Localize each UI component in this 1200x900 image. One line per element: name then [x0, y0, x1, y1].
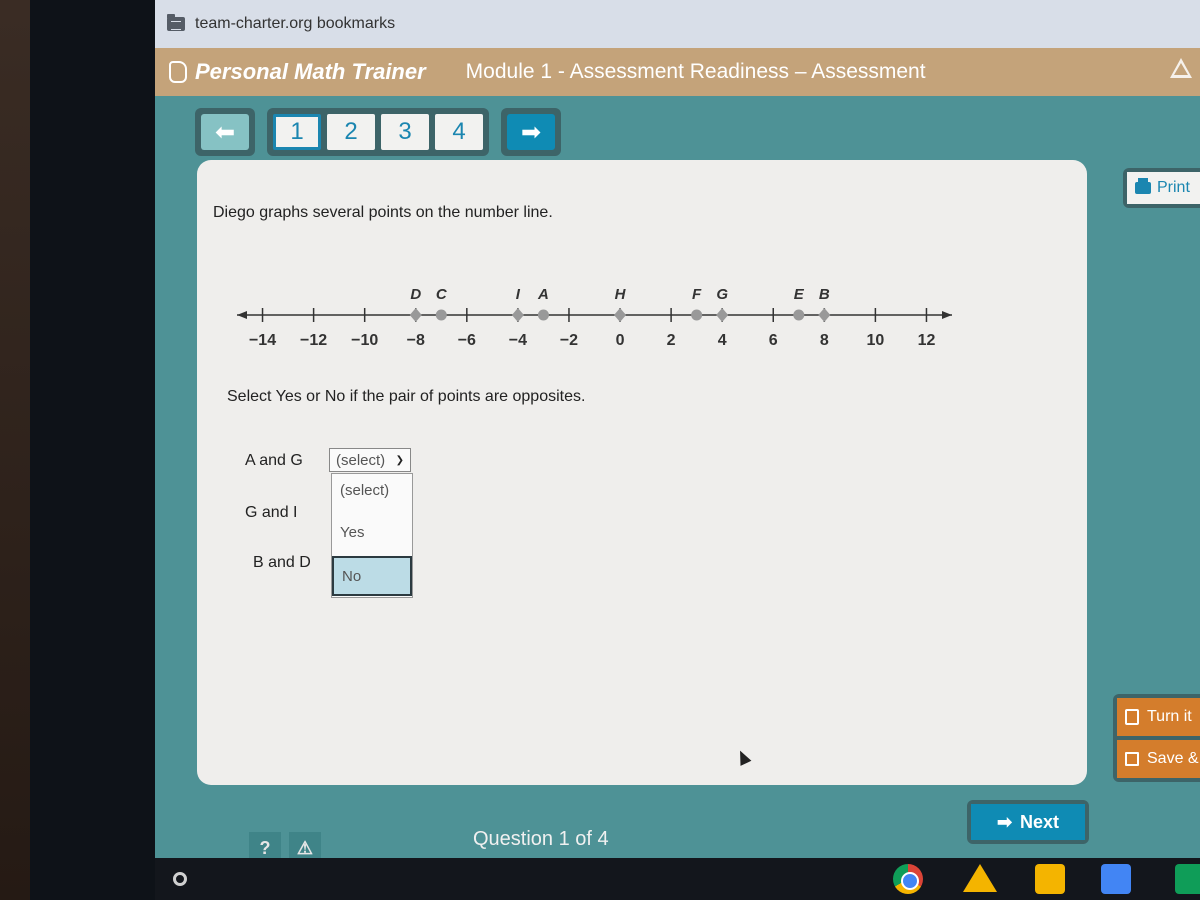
tick-label: 12 [918, 332, 936, 349]
tick-label: 2 [667, 332, 676, 349]
pair-label-a-g: A and G [245, 452, 303, 469]
instruction-text: Select Yes or No if the pair of points a… [227, 388, 586, 405]
point-label-b: B [819, 286, 830, 303]
select-value: (select) [336, 451, 386, 469]
point-marker-i [511, 308, 524, 322]
pair-label-g-i: G and I [245, 504, 298, 521]
point-marker-a [537, 309, 549, 321]
arrow-left-icon: ⬅ [201, 114, 249, 150]
tick-label: −12 [300, 332, 327, 349]
option-select[interactable]: (select) [332, 482, 412, 499]
point-marker-d [409, 308, 422, 322]
page-button-2[interactable]: 2 [327, 114, 375, 150]
print-label: Print [1157, 179, 1190, 196]
tick-label: 6 [769, 332, 778, 349]
tick-label: 8 [820, 332, 829, 349]
point-marker-h [614, 308, 627, 322]
tick-label: −2 [560, 332, 578, 349]
save-exit-button[interactable]: Save & [1117, 740, 1200, 778]
save-icon [1125, 752, 1139, 766]
app-header: Personal Math Trainer Module 1 - Assessm… [155, 48, 1200, 96]
print-button[interactable]: Print [1123, 168, 1200, 208]
dropdown-list: (select) Yes No [331, 473, 413, 598]
point-label-g: G [716, 286, 728, 303]
point-marker-f [691, 309, 703, 321]
next-question-arrow-button[interactable]: ➡ [501, 108, 561, 156]
save-label: Save & [1147, 750, 1199, 767]
google-sheets-icon[interactable] [1175, 864, 1200, 894]
turn-in-icon [1125, 709, 1139, 725]
page-button-3[interactable]: 3 [381, 114, 429, 150]
pmt-logo-icon [169, 61, 187, 83]
bookmark-folder-icon [167, 14, 185, 31]
pair-label-b-d: B and D [253, 554, 311, 571]
tick-label: 4 [718, 332, 727, 349]
chrome-icon[interactable] [893, 864, 923, 894]
tick-label: −10 [351, 332, 378, 349]
next-button[interactable]: ➡ Next [967, 800, 1089, 844]
submit-actions: Turn it Save & [1113, 694, 1200, 782]
point-label-i: I [516, 286, 521, 303]
turn-in-label: Turn it [1147, 708, 1192, 725]
tick-label: −4 [509, 332, 527, 349]
option-no[interactable]: No [332, 556, 412, 596]
brand-title: Personal Math Trainer [195, 59, 426, 84]
question-nav: ⬅ 1 2 3 4 ➡ [195, 108, 561, 156]
point-marker-g [716, 308, 729, 322]
laptop-bezel [30, 0, 165, 900]
google-drive-icon[interactable] [963, 864, 997, 892]
point-label-a: A [537, 286, 549, 303]
question-panel: Diego graphs several points on the numbe… [197, 160, 1087, 785]
axis-arrow-right [942, 311, 952, 319]
screen: team-charter.org bookmarks Personal Math… [155, 0, 1200, 900]
launcher-icon[interactable] [173, 872, 187, 886]
point-marker-e [793, 309, 805, 321]
page-selector: 1 2 3 4 [267, 108, 489, 156]
page-button-1[interactable]: 1 [273, 114, 321, 150]
mouse-cursor-icon [734, 748, 752, 766]
google-slides-icon[interactable] [1035, 864, 1065, 894]
prev-question-button[interactable]: ⬅ [195, 108, 255, 156]
question-counter: Question 1 of 4 [473, 828, 609, 850]
option-yes[interactable]: Yes [332, 524, 412, 541]
point-label-f: F [692, 286, 702, 303]
axis-arrow-left [237, 311, 247, 319]
google-docs-icon[interactable] [1101, 864, 1131, 894]
tick-label: 0 [616, 332, 625, 349]
chevron-down-icon: ❯ [395, 454, 404, 466]
point-label-e: E [794, 286, 805, 303]
page-button-4[interactable]: 4 [435, 114, 483, 150]
next-label: Next [1020, 811, 1060, 832]
module-title: Module 1 - Assessment Readiness – Assess… [465, 60, 926, 83]
question-prompt: Diego graphs several points on the numbe… [213, 204, 553, 221]
tick-label: −8 [407, 332, 425, 349]
answer-select-a-g[interactable]: (select) ❯ [329, 448, 411, 472]
bookmarks-bar: team-charter.org bookmarks [155, 0, 1200, 48]
tick-label: 10 [866, 332, 884, 349]
next-arrow-icon: ➡ [996, 811, 1013, 832]
point-marker-c [435, 309, 447, 321]
point-marker-b [818, 308, 831, 322]
point-label-d: D [410, 286, 421, 303]
tick-label: −14 [249, 332, 276, 349]
printer-icon [1135, 178, 1151, 194]
turn-in-button[interactable]: Turn it [1117, 698, 1200, 736]
tick-label: −6 [458, 332, 476, 349]
point-label-c: C [436, 286, 448, 303]
arrow-right-icon: ➡ [507, 114, 555, 150]
os-shelf [155, 858, 1200, 900]
number-line: −14 −12 −10 −8 −6 −4 −2 0 2 4 6 8 10 12 D C I A H F G E B [237, 286, 952, 349]
point-label-h: H [615, 286, 627, 303]
bookmarks-folder-link[interactable]: team-charter.org bookmarks [195, 15, 395, 33]
alert-triangle-icon[interactable] [1170, 58, 1192, 78]
